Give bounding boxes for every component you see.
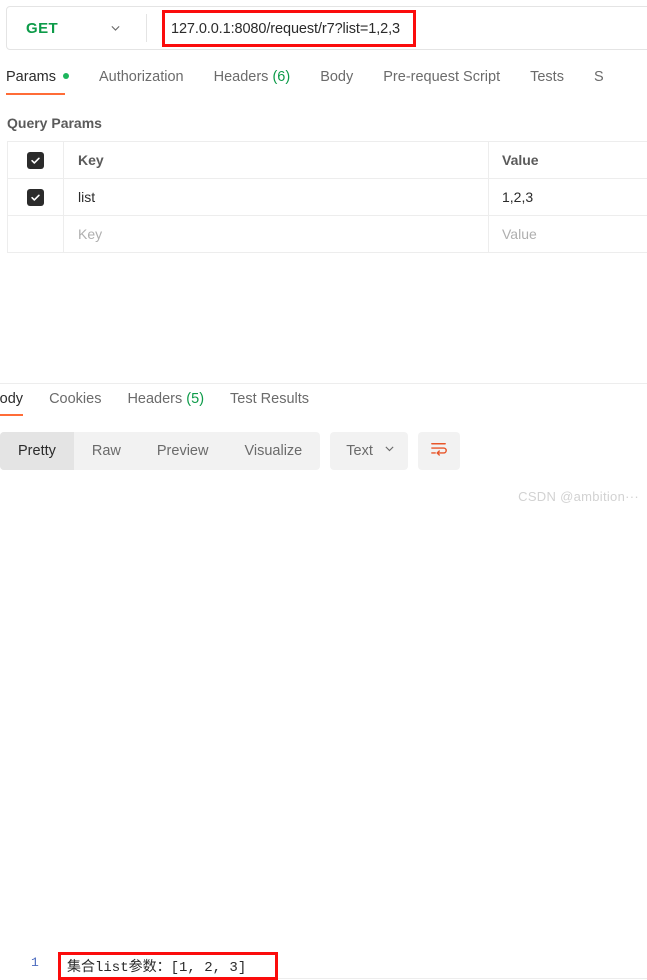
- row-enable-cell: [8, 179, 64, 215]
- url-input[interactable]: 127.0.0.1:8080/request/r7?list=1,2,3: [171, 21, 400, 37]
- row-value-cell[interactable]: 1,2,3: [489, 179, 647, 215]
- row-enable-cell-empty: [8, 216, 64, 252]
- row-enable-checkbox[interactable]: [27, 188, 44, 206]
- column-header-value-label: Value: [502, 152, 539, 168]
- select-all-checkbox[interactable]: [27, 151, 44, 169]
- tab-params-label: Params: [6, 69, 56, 85]
- query-params-title: Query Params: [7, 115, 102, 131]
- row-value-input-placeholder: Value: [502, 226, 537, 242]
- row-key-cell[interactable]: list: [64, 179, 489, 215]
- word-wrap-icon: [429, 439, 448, 463]
- tab-tests-label: Tests: [530, 69, 564, 85]
- response-tab-headers-label: Headers: [127, 391, 183, 407]
- row-key-input-placeholder: Key: [78, 226, 103, 242]
- view-preview-label: Preview: [156, 443, 209, 459]
- view-raw-button[interactable]: Raw: [74, 432, 139, 470]
- response-tab-cookies-label: Cookies: [49, 391, 102, 407]
- response-body-highlight-box: 集合list参数：[1, 2, 3]: [58, 952, 278, 980]
- table-row: Key Value: [8, 216, 647, 253]
- response-tab-headers[interactable]: Headers (5): [127, 390, 204, 417]
- column-header-value: Value: [489, 142, 647, 178]
- tab-headers[interactable]: Headers (6): [214, 68, 291, 96]
- http-method-label: GET: [26, 19, 59, 37]
- row-value-cell-empty[interactable]: Value: [489, 216, 647, 252]
- tab-authorization[interactable]: Authorization: [99, 68, 184, 96]
- response-section-divider: [0, 383, 647, 384]
- select-all-cell: [8, 142, 64, 178]
- row-value-input: 1,2,3: [502, 189, 534, 205]
- row-key-input: list: [78, 189, 96, 205]
- response-tab-headers-count: (5): [186, 391, 205, 407]
- tab-body-label: Body: [320, 69, 354, 85]
- response-view-segmented-control: Pretty Raw Preview Visualize: [0, 432, 321, 470]
- params-modified-dot: [62, 73, 69, 79]
- response-body-text: 集合list参数：[1, 2, 3]: [67, 960, 247, 976]
- tab-tests[interactable]: Tests: [530, 68, 564, 96]
- request-tab-bar: Params Authorization Headers (6) Body Pr…: [0, 68, 647, 106]
- word-wrap-button[interactable]: [417, 432, 460, 470]
- table-row: list 1,2,3: [8, 179, 647, 216]
- tab-body[interactable]: Body: [320, 68, 353, 96]
- column-header-key: Key: [64, 142, 489, 178]
- response-tab-bar: Body Cookies Headers (5) Test Results: [0, 390, 647, 422]
- request-url-bar: GET 127.0.0.1:8080/request/r7?list=1,2,3: [0, 0, 647, 57]
- tab-headers-count: (6): [272, 69, 291, 85]
- watermark: CSDN @ambition···: [518, 489, 639, 504]
- chevron-down-icon: [109, 22, 122, 35]
- method-url-divider: [146, 14, 147, 42]
- response-tab-cookies[interactable]: Cookies: [49, 390, 101, 417]
- query-params-table: Key Value list 1,2,3 Key Value: [7, 141, 647, 253]
- view-pretty-label: Pretty: [18, 443, 56, 459]
- http-method-dropdown[interactable]: GET: [12, 7, 140, 49]
- tab-headers-label: Headers: [213, 69, 269, 85]
- chevron-down-icon: [383, 442, 396, 460]
- view-pretty-button[interactable]: Pretty: [0, 432, 74, 470]
- row-key-cell-empty[interactable]: Key: [64, 216, 489, 252]
- response-format-dropdown[interactable]: Text: [330, 432, 408, 470]
- view-raw-label: Raw: [91, 443, 121, 459]
- column-header-key-label: Key: [78, 152, 104, 168]
- tab-authorization-label: Authorization: [98, 69, 184, 85]
- response-tab-body[interactable]: Body: [0, 390, 24, 417]
- url-input-highlight-box: 127.0.0.1:8080/request/r7?list=1,2,3: [162, 10, 416, 47]
- response-view-toolbar: Pretty Raw Preview Visualize Text: [0, 432, 460, 470]
- tab-settings-label: S: [593, 69, 604, 85]
- tab-pre-request-script-label: Pre-request Script: [383, 69, 501, 85]
- tab-pre-request-script[interactable]: Pre-request Script: [383, 68, 500, 96]
- tab-settings[interactable]: S: [594, 68, 604, 96]
- tab-params[interactable]: Params: [6, 68, 69, 96]
- body-line-separator: [278, 978, 647, 979]
- table-header-row: Key Value: [8, 142, 647, 179]
- view-visualize-button[interactable]: Visualize: [226, 432, 320, 470]
- response-format-label: Text: [346, 443, 373, 459]
- response-tab-test-results-label: Test Results: [230, 391, 310, 407]
- view-preview-button[interactable]: Preview: [139, 432, 227, 470]
- view-visualize-label: Visualize: [244, 443, 303, 459]
- response-tab-body-label: Body: [0, 391, 24, 407]
- response-tab-test-results[interactable]: Test Results: [230, 390, 309, 417]
- line-number: 1: [31, 955, 39, 970]
